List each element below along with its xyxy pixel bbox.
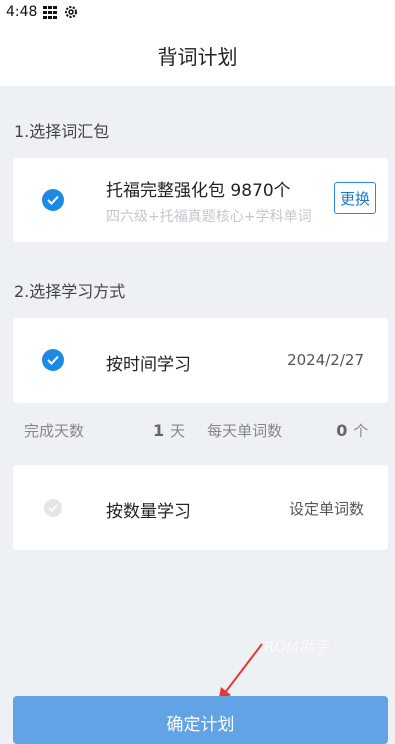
- section-title-vocab: 1.选择词汇包: [14, 122, 110, 141]
- mode-time-date[interactable]: 2024/2/27: [287, 351, 364, 369]
- section-title-mode: 2.选择学习方式: [14, 282, 126, 301]
- words-per-day-unit: 个: [353, 421, 369, 440]
- confirm-plan-button[interactable]: 确定计划: [13, 696, 388, 744]
- words-per-day-value: 0: [336, 420, 348, 440]
- mode-time-label: 按时间学习: [106, 355, 191, 375]
- page-header: 背词计划: [0, 24, 395, 86]
- mode-count-label: 按数量学习: [106, 502, 191, 522]
- plan-stats-row: 完成天数 1 天 每天单词数 0 个: [13, 403, 388, 457]
- words-per-day-label: 每天单词数: [207, 421, 283, 440]
- set-word-count-action[interactable]: 设定单词数: [289, 498, 364, 519]
- status-bar: 4:48: [0, 0, 395, 24]
- status-time: 4:48: [6, 4, 38, 20]
- days-value: 1: [153, 420, 165, 440]
- grid-icon: [43, 5, 58, 19]
- mode-time-card[interactable]: 按时间学习 2024/2/27: [13, 318, 388, 403]
- vocab-package-name: 托福完整强化包 9870个: [106, 181, 291, 201]
- checkmark-icon: [44, 499, 62, 517]
- days-label: 完成天数: [24, 421, 85, 440]
- settings-gear-icon: [64, 5, 78, 19]
- vocab-package-card[interactable]: 托福完整强化包 9870个 四六级+托福真题核心+学科单词 更换: [13, 158, 388, 242]
- days-unit: 天: [170, 421, 186, 440]
- mode-count-card[interactable]: 按数量学习 设定单词数: [13, 465, 388, 550]
- confirm-plan-label: 确定计划: [166, 715, 235, 735]
- page-title: 背词计划: [157, 44, 238, 69]
- checkmark-icon: [42, 189, 64, 211]
- change-package-button[interactable]: 更换: [334, 182, 376, 214]
- vocab-package-description: 四六级+托福真题核心+学科单词: [106, 209, 312, 225]
- watermark-text: ROM助手: [264, 638, 330, 656]
- checkmark-icon: [42, 349, 64, 371]
